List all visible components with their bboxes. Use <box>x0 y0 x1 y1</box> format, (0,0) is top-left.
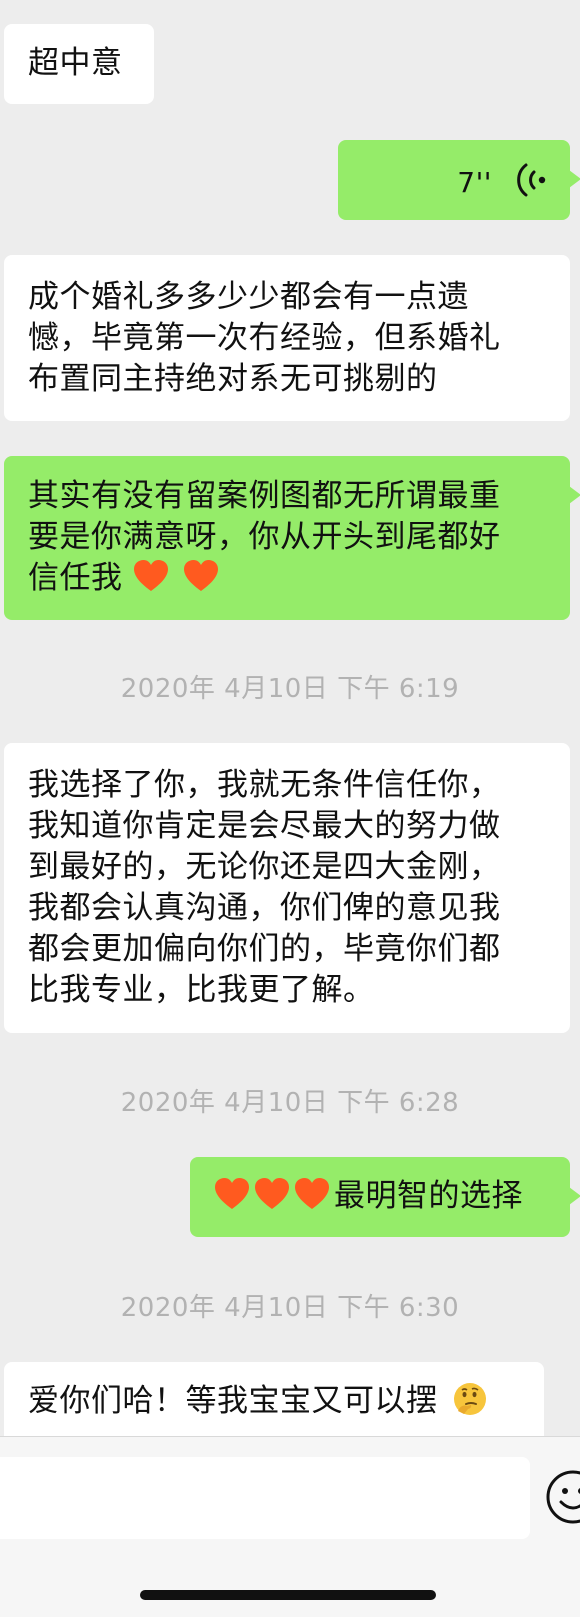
orange-heart-emoji <box>184 560 219 591</box>
message-line: 其实有没有留案例图都无所谓最重 <box>28 478 501 514</box>
message-line: 布置同主持绝对系无可挑剔的 <box>28 361 438 397</box>
voice-duration: 7'' <box>457 166 492 199</box>
message-text: 最明智的选择 <box>334 1178 523 1214</box>
message-text: 爱你们哈！等我宝宝又可以摆 <box>28 1383 438 1419</box>
message-line: 都会更加偏向你们的，毕竟你们都 <box>28 931 501 967</box>
orange-heart-emoji <box>133 560 168 591</box>
chat-screen: 超中意 7'' 成个婚礼多多少少都会有一点遗 憾，毕竟第一次冇经验，但系婚礼 布… <box>0 0 580 1617</box>
message-line: 我知道你肯定是会尽最大的努力做 <box>28 808 501 844</box>
message-list[interactable]: 超中意 7'' 成个婚礼多多少少都会有一点遗 憾，毕竟第一次冇经验，但系婚礼 布… <box>0 0 580 1436</box>
message-line: 到最好的，无论你还是四大金刚， <box>28 849 501 885</box>
thinking-face-emoji <box>453 1383 486 1415</box>
voice-message-bubble[interactable]: 7'' <box>338 140 580 220</box>
message-line: 要是你满意呀，你从开头到尾都好 <box>28 519 501 555</box>
message-input[interactable] <box>0 1457 530 1539</box>
smiley-face-icon[interactable] <box>545 1469 580 1525</box>
orange-heart-emoji <box>295 1178 329 1209</box>
message-bubble-outgoing[interactable]: 其实有没有留案例图都无所谓最重 要是你满意呀，你从开头到尾都好 信任我 <box>4 456 580 620</box>
message-line: 我都会认真沟通，你们俾的意见我 <box>28 890 501 926</box>
timestamp: 2020年 4月10日 下午 6:19 <box>120 674 460 704</box>
message-bubble-incoming[interactable]: 成个婚礼多多少少都会有一点遗 憾，毕竟第一次冇经验，但系婚礼 布置同主持绝对系无… <box>4 255 570 421</box>
orange-heart-emoji <box>215 1178 249 1209</box>
message-bubble-incoming[interactable]: 我选择了你，我就无条件信任你， 我知道你肯定是会尽最大的努力做 到最好的，无论你… <box>4 743 570 1033</box>
message-text: 超中意 <box>28 45 123 81</box>
message-bubble-incoming[interactable]: 超中意 <box>4 24 154 104</box>
message-line: 憾，毕竟第一次冇经验，但系婚礼 <box>28 320 501 356</box>
message-bubble-incoming[interactable]: 爱你们哈！等我宝宝又可以摆 <box>4 1362 544 1436</box>
voice-wave-icon <box>517 163 546 197</box>
timestamp: 2020年 4月10日 下午 6:28 <box>120 1088 460 1118</box>
orange-heart-emoji <box>255 1178 289 1209</box>
message-line: 信任我 <box>28 560 123 596</box>
home-indicator[interactable] <box>140 1590 436 1600</box>
message-bubble-outgoing[interactable]: 最明智的选择 <box>190 1157 580 1237</box>
message-line: 我选择了你，我就无条件信任你， <box>28 767 501 803</box>
message-line: 比我专业，比我更了解。 <box>28 972 375 1008</box>
timestamp: 2020年 4月10日 下午 6:30 <box>120 1293 460 1323</box>
message-line: 成个婚礼多多少少都会有一点遗 <box>28 279 469 315</box>
input-bar <box>0 1436 580 1617</box>
